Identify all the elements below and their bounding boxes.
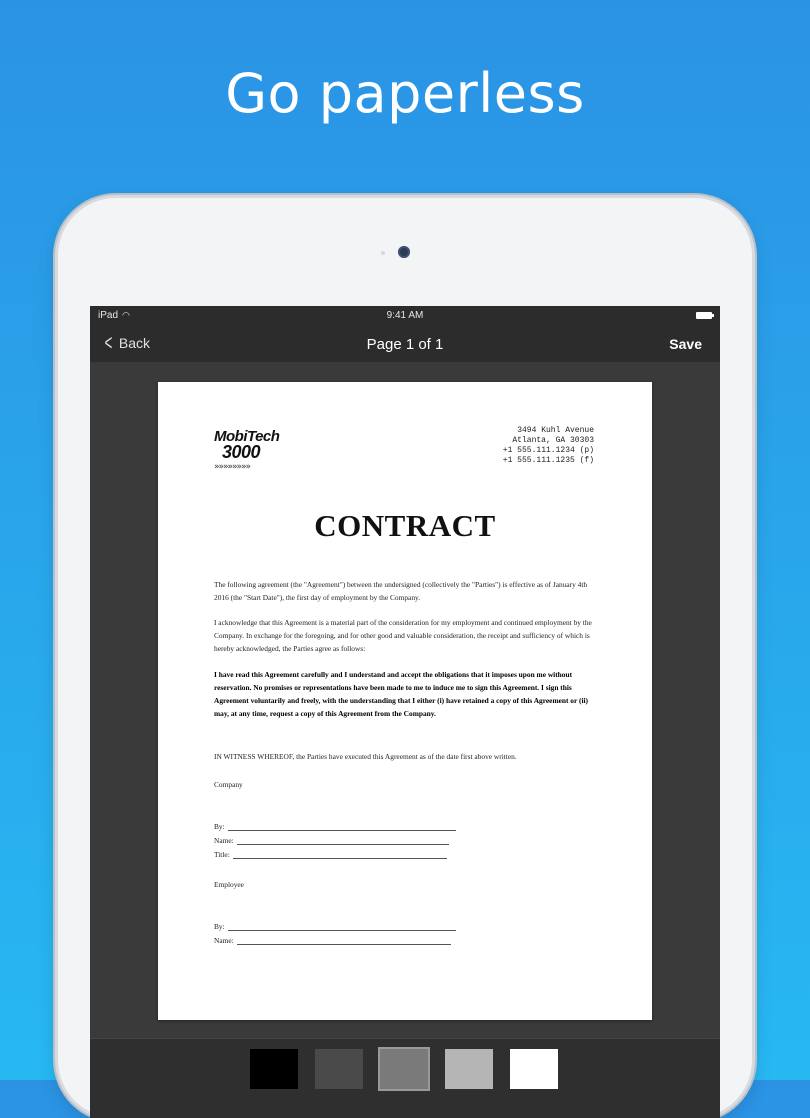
- page-title: Page 1 of 1: [366, 336, 444, 353]
- signature-line: [227, 823, 456, 831]
- status-time: 9:41 AM: [386, 310, 424, 321]
- field-label: Title:: [214, 850, 230, 859]
- navigation-bar: < Back Page 1 of 1 Save: [90, 326, 720, 362]
- swatch-light-gray[interactable]: [445, 1049, 493, 1089]
- document-page[interactable]: MobiTech 3000 »»»»»»»» 3494 Kuhl Avenue …: [158, 382, 652, 1020]
- company-label: Company: [214, 780, 243, 789]
- employee-label: Employee: [214, 880, 244, 889]
- company-title-field[interactable]: Title:: [214, 850, 447, 859]
- swatch-black[interactable]: [250, 1049, 298, 1089]
- ipad-screen: iPad ◠ 9:41 AM < Back Page 1 of 1 Save Mo…: [90, 306, 720, 1118]
- address-line: Atlanta, GA 30303: [512, 436, 594, 445]
- field-label: Name:: [214, 836, 234, 845]
- swatch-gray[interactable]: [378, 1047, 430, 1091]
- document-title: CONTRACT: [314, 508, 496, 543]
- signature-line: [227, 923, 456, 931]
- employee-by-field[interactable]: By:: [214, 922, 456, 931]
- field-label: Name:: [214, 936, 234, 945]
- address-line: +1 555.111.1235 (f): [502, 456, 594, 465]
- address-line: 3494 Kuhl Avenue: [517, 426, 594, 435]
- logo-text-line2: 3000: [222, 442, 261, 462]
- light-sensor: [381, 251, 385, 255]
- employee-name-field[interactable]: Name:: [214, 936, 451, 945]
- company-address: 3494 Kuhl Avenue Atlanta, GA 30303 +1 55…: [503, 426, 594, 466]
- company-logo: MobiTech 3000 »»»»»»»»: [214, 429, 280, 472]
- swatch-white[interactable]: [510, 1049, 558, 1089]
- signature-line: [236, 837, 449, 845]
- signature-line: [236, 937, 451, 945]
- headline: Go paperless: [225, 62, 585, 125]
- ipad-frame: iPad ◠ 9:41 AM < Back Page 1 of 1 Save Mo…: [58, 198, 752, 1118]
- swatch-dark-gray[interactable]: [315, 1049, 363, 1089]
- paragraph-witness: IN WITNESS WHEREOF, the Parties have exe…: [214, 752, 517, 761]
- address-line: +1 555.111.1234 (p): [502, 446, 594, 455]
- paragraph-agreement: The following agreement (the "Agreement"…: [214, 580, 588, 602]
- company-by-field[interactable]: By:: [214, 822, 456, 831]
- save-button[interactable]: Save: [669, 336, 702, 352]
- battery-icon: [696, 312, 714, 319]
- paragraph-acknowledgement: I acknowledge that this Agreement is a m…: [214, 618, 592, 653]
- color-toolbar: [90, 1038, 720, 1118]
- field-label: By:: [214, 922, 225, 931]
- signature-line: [232, 851, 447, 859]
- status-bar: iPad ◠ 9:41 AM: [90, 306, 720, 326]
- camera-icon: [398, 246, 410, 258]
- field-label: By:: [214, 822, 225, 831]
- paragraph-acceptance: I have read this Agreement carefully and…: [214, 670, 589, 718]
- company-name-field[interactable]: Name:: [214, 836, 449, 845]
- logo-arrows: »»»»»»»»: [214, 462, 251, 472]
